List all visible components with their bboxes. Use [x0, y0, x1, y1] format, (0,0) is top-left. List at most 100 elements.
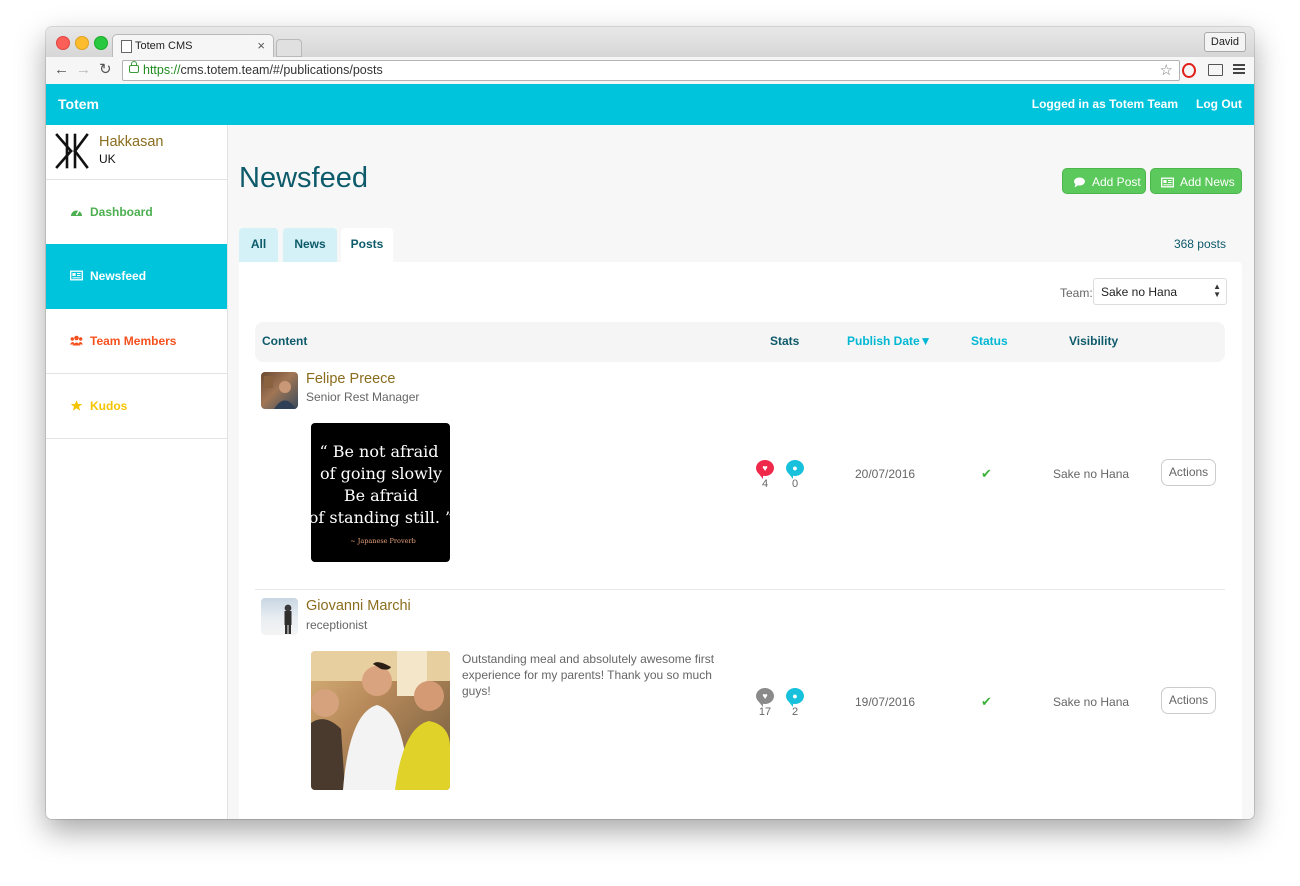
column-publish-date[interactable]: Publish Date▼	[847, 334, 932, 348]
sidebar-item-dashboard[interactable]: Dashboard	[46, 180, 227, 245]
sidebar-item-team-members[interactable]: Team Members	[46, 309, 227, 374]
reload-icon[interactable]: ↻	[99, 61, 112, 79]
brand-logo[interactable]: Totem	[58, 96, 99, 112]
comment-icon: ●	[786, 688, 804, 707]
cast-icon[interactable]	[1208, 64, 1223, 76]
table-row: Felipe Preece Senior Rest Manager “ Be n…	[255, 362, 1225, 589]
newspaper-icon	[1161, 177, 1174, 188]
post-count: 368 posts	[1173, 237, 1226, 251]
page-title: Newsfeed	[239, 162, 368, 194]
tab-all[interactable]: All	[239, 228, 278, 262]
users-icon	[70, 335, 83, 346]
team-select-value: Sake no Hana	[1101, 285, 1178, 299]
comments-stat[interactable]: ● 0	[785, 460, 805, 490]
visibility-value: Sake no Hana	[1053, 467, 1130, 481]
avatar	[261, 598, 298, 635]
sidebar: Hakkasan UK Dashboard Newsfeed Team Memb…	[46, 125, 228, 819]
dashboard-icon	[71, 210, 82, 216]
add-news-button[interactable]: Add News	[1150, 168, 1242, 194]
column-content: Content	[262, 334, 308, 348]
comment-icon	[1074, 177, 1085, 188]
status-check-icon: ✔	[981, 466, 992, 481]
comments-stat[interactable]: ● 2	[785, 688, 805, 718]
logout-link[interactable]: Log Out	[1196, 97, 1242, 111]
column-stats: Stats	[770, 334, 800, 348]
likes-count: 4	[761, 478, 769, 490]
tab-news[interactable]: News	[283, 228, 337, 262]
minimize-window-button[interactable]	[75, 36, 89, 50]
logged-in-label: Logged in as Totem Team	[1031, 97, 1178, 111]
newspaper-icon	[70, 270, 83, 281]
opera-extension-icon[interactable]	[1182, 63, 1196, 78]
browser-menu-icon[interactable]	[1233, 64, 1245, 66]
quote-line-2: of going slowly	[320, 464, 442, 483]
quote-line-3: Be afraid	[344, 486, 418, 505]
comment-icon: ●	[786, 460, 804, 479]
browser-window: Totem CMS × David ← → ↻ https://cms.tote…	[46, 27, 1254, 819]
hakkasan-logo	[55, 133, 89, 169]
url-path: cms.totem.team/#/publications/posts	[180, 63, 383, 77]
select-arrows-icon: ▲ ▼	[1213, 282, 1221, 299]
column-visibility: Visibility	[1069, 334, 1119, 348]
add-post-button[interactable]: Add Post	[1062, 168, 1146, 194]
browser-tab[interactable]: Totem CMS ×	[112, 34, 274, 58]
lock-icon	[129, 61, 139, 73]
forward-arrow-icon[interactable]: →	[76, 61, 91, 79]
sidebar-item-kudos[interactable]: Kudos	[46, 374, 227, 439]
visibility-value: Sake no Hana	[1053, 695, 1130, 709]
star-icon	[70, 400, 83, 411]
org-header: Hakkasan UK	[46, 125, 227, 180]
quote-line-1: “ Be not afraid	[319, 442, 438, 461]
app-header: Totem Logged in as Totem Team Log Out	[46, 84, 1254, 125]
author-name[interactable]: Giovanni Marchi	[306, 598, 411, 614]
sidebar-item-label: Dashboard	[90, 205, 153, 219]
sidebar-item-label: Team Members	[90, 334, 177, 348]
sidebar-item-label: Newsfeed	[90, 269, 147, 283]
team-filter-label: Team:	[1060, 286, 1093, 300]
actions-button[interactable]: Actions	[1161, 687, 1216, 714]
quote-line-4: of standing still. ”	[311, 508, 450, 527]
post-text: Outstanding meal and absolutely awesome …	[462, 652, 715, 698]
profile-button[interactable]: David	[1203, 32, 1246, 52]
comments-count: 2	[791, 706, 799, 718]
bookmark-star-icon[interactable]: ☆	[1160, 61, 1173, 79]
column-status[interactable]: Status	[971, 334, 1008, 348]
likes-count: 17	[758, 706, 772, 718]
author-role: Senior Rest Manager	[306, 390, 420, 404]
document-icon	[121, 40, 132, 53]
org-name: Hakkasan	[99, 134, 164, 150]
tab-posts[interactable]: Posts	[341, 228, 393, 262]
likes-stat[interactable]: ♥ 17	[755, 688, 775, 718]
quote-attribution: ~ Japanese Proverb	[350, 537, 416, 545]
url-scheme: https://	[143, 63, 181, 77]
address-bar[interactable]: https://cms.totem.team/#/publications/po…	[122, 60, 1180, 81]
url-text: https://cms.totem.team/#/publications/po…	[143, 63, 383, 77]
main-content: Newsfeed Add Post Add News All News Post…	[228, 125, 1254, 819]
org-country: UK	[99, 152, 116, 166]
title-bar: Totem CMS × David	[46, 27, 1254, 58]
publish-date: 20/07/2016	[855, 467, 916, 481]
heart-icon: ♥	[756, 460, 774, 479]
add-news-label: Add News	[1180, 175, 1235, 189]
table-row: Giovanni Marchi receptionist Outstanding…	[255, 590, 1225, 819]
heart-icon: ♥	[756, 688, 774, 707]
comments-count: 0	[791, 478, 799, 490]
author-name[interactable]: Felipe Preece	[306, 371, 395, 387]
close-window-button[interactable]	[56, 36, 70, 50]
author-role: receptionist	[306, 618, 368, 632]
team-select[interactable]: Sake no Hana ▲ ▼	[1093, 278, 1227, 305]
tab-title: Totem CMS	[135, 40, 193, 52]
add-post-label: Add Post	[1092, 175, 1141, 189]
back-arrow-icon[interactable]: ←	[54, 61, 69, 79]
zoom-window-button[interactable]	[94, 36, 108, 50]
actions-button[interactable]: Actions	[1161, 459, 1216, 486]
post-image[interactable]	[311, 651, 450, 790]
post-image[interactable]: “ Be not afraid of going slowly Be afrai…	[311, 423, 450, 562]
tab-close-icon[interactable]: ×	[257, 38, 265, 53]
table-header: Content Stats Publish Date▼ Status Visib…	[255, 322, 1225, 362]
avatar	[261, 372, 298, 409]
posts-panel: Team: Sake no Hana ▲ ▼ Content Stats Publ…	[239, 262, 1242, 819]
new-tab-button[interactable]	[276, 39, 302, 57]
sidebar-item-newsfeed[interactable]: Newsfeed	[46, 244, 227, 309]
likes-stat[interactable]: ♥ 4	[755, 460, 775, 490]
